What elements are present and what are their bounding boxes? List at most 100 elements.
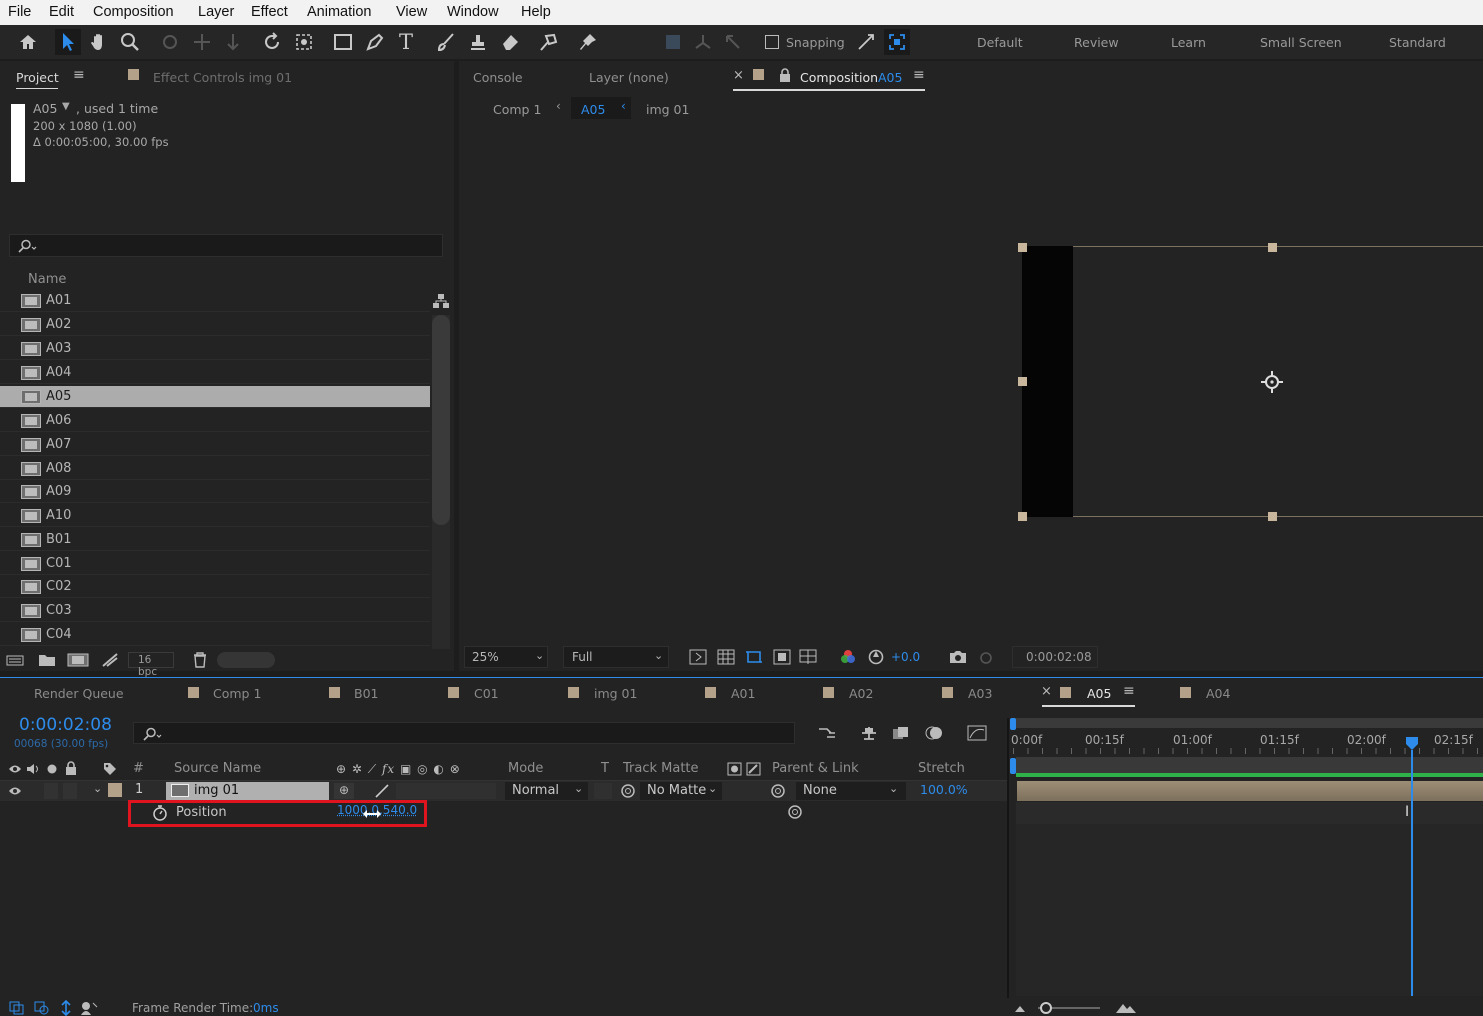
menu-composition[interactable]: Composition (93, 4, 174, 20)
tab-a03[interactable]: A03 (968, 686, 992, 701)
tab-composition-name[interactable]: A05 (878, 70, 902, 85)
solo-icon[interactable] (47, 764, 57, 774)
pin-tool-icon[interactable] (575, 29, 601, 55)
transfer-controls-icon[interactable] (34, 1001, 50, 1015)
column-mode[interactable]: Mode (508, 761, 543, 776)
breadcrumb-img01[interactable]: img 01 (646, 102, 689, 117)
track-matte-dropdown[interactable]: No Matte ⌄ (640, 782, 722, 800)
snapshot-camera-icon[interactable] (947, 647, 969, 667)
zoom-tool-icon[interactable] (117, 29, 143, 55)
project-search-input[interactable] (9, 234, 443, 257)
playhead-line[interactable] (1411, 750, 1413, 996)
composition-canvas[interactable] (459, 125, 1483, 641)
bpc-button[interactable]: 16 bpc (128, 652, 174, 678)
clone-stamp-icon[interactable] (465, 29, 491, 55)
tab-b01[interactable]: B01 (354, 686, 378, 701)
tab-a05-active[interactable]: A05 (1087, 686, 1111, 701)
list-item[interactable]: C04 (0, 624, 430, 646)
list-item[interactable]: A06 (0, 410, 430, 432)
parent-dropdown[interactable]: None ⌄ (796, 782, 906, 800)
workspace-learn[interactable]: Learn (1171, 35, 1206, 50)
snap-features-icon[interactable] (884, 29, 910, 55)
menu-animation[interactable]: Animation (307, 4, 371, 20)
expand-chevron-icon[interactable]: ⌄ (93, 782, 102, 795)
eye-icon[interactable] (8, 785, 22, 797)
tab-a01[interactable]: A01 (731, 686, 755, 701)
solo-toggle[interactable] (44, 783, 58, 799)
lock-icon[interactable] (65, 761, 77, 775)
snap-edges-icon[interactable] (853, 29, 879, 55)
list-item[interactable]: B01 (0, 529, 430, 551)
grid-guides-icon[interactable] (797, 647, 819, 667)
lock-icon[interactable] (779, 68, 791, 82)
frame-blending-icon[interactable] (890, 723, 912, 743)
draft-3d-icon[interactable] (858, 723, 880, 743)
project-menu-icon[interactable]: ≡ (73, 67, 85, 83)
label-tag-icon[interactable] (103, 762, 117, 776)
tab-effect-controls[interactable]: Effect Controls img 01 (153, 70, 292, 85)
adjust-settings-icon[interactable] (101, 652, 119, 668)
type-tool-icon[interactable]: T (393, 29, 419, 55)
tab-layer[interactable]: Layer (none) (589, 70, 669, 85)
viewer-menu-icon[interactable]: ≡ (913, 67, 925, 83)
column-source-name[interactable]: Source Name (174, 761, 261, 776)
list-item[interactable]: A03 (0, 338, 430, 360)
scrollbar-thumb[interactable] (432, 315, 450, 525)
mode-dropdown[interactable]: Normal ⌄ (505, 782, 588, 800)
resolution-dropdown[interactable]: Full ⌄ (563, 646, 669, 668)
eraser-tool-icon[interactable] (497, 29, 523, 55)
menu-layer[interactable]: Layer (198, 4, 234, 20)
list-item[interactable]: C01 (0, 553, 430, 575)
show-snapshot-icon[interactable] (975, 647, 997, 667)
trash-icon[interactable] (192, 652, 208, 668)
tab-console[interactable]: Console (473, 70, 523, 85)
preserve-transparency-toggle[interactable] (594, 783, 612, 799)
shy-switch[interactable]: ⊕ (334, 783, 354, 799)
list-item[interactable]: A08 (0, 458, 430, 480)
zoom-slider-thumb[interactable] (1040, 1002, 1052, 1014)
tab-a04[interactable]: A04 (1206, 686, 1230, 701)
list-item[interactable]: A02 (0, 314, 430, 336)
layer-duration-bar[interactable] (1017, 781, 1483, 801)
color-channels-icon[interactable] (837, 647, 859, 667)
lock-toggle[interactable] (63, 783, 77, 799)
layer-label-color[interactable] (108, 783, 122, 797)
list-item[interactable]: A07 (0, 434, 430, 456)
tab-c01[interactable]: C01 (474, 686, 499, 701)
expression-pickwhip-icon[interactable] (787, 804, 803, 820)
workspace-review[interactable]: Review (1074, 35, 1119, 50)
transparency-grid-icon[interactable] (715, 647, 737, 667)
world-axis-icon[interactable] (690, 29, 716, 55)
layer-name-field[interactable]: img 01 (166, 782, 329, 800)
workspace-standard[interactable]: Standard (1389, 35, 1446, 50)
roto-tool-icon[interactable] (536, 29, 562, 55)
tab-composition[interactable]: Composition (800, 70, 878, 85)
timeline-menu-icon[interactable]: ≡ (1123, 683, 1135, 699)
region-of-interest-icon[interactable] (771, 647, 793, 667)
column-parent-link[interactable]: Parent & Link (772, 761, 859, 776)
list-item[interactable]: C03 (0, 600, 430, 622)
menu-file[interactable]: File (8, 4, 31, 20)
transform-handle[interactable] (1018, 377, 1027, 386)
reset-exposure-icon[interactable] (865, 647, 887, 667)
rectangle-tool-icon[interactable] (330, 29, 356, 55)
brush-tool-icon[interactable] (433, 29, 459, 55)
list-item[interactable]: A04 (0, 362, 430, 384)
motion-blur-icon[interactable] (924, 723, 946, 743)
tab-a02[interactable]: A02 (849, 686, 873, 701)
interpret-footage-icon[interactable] (6, 653, 26, 667)
rotate-tool-icon[interactable] (259, 29, 285, 55)
menu-view[interactable]: View (396, 4, 427, 20)
zoom-in-mountain-icon[interactable] (1115, 1001, 1137, 1014)
anchor-tool-icon[interactable] (189, 29, 215, 55)
viewer-timecode[interactable]: 0:00:02:08 (1012, 646, 1098, 668)
mask-visibility-icon[interactable] (743, 647, 765, 667)
menu-window[interactable]: Window (447, 4, 499, 20)
name-column-header[interactable]: Name (28, 272, 66, 287)
tab-comp1[interactable]: Comp 1 (213, 686, 261, 701)
roto-brush-icon[interactable] (158, 29, 184, 55)
pen-tool-icon[interactable] (362, 29, 388, 55)
selection-tool-icon[interactable] (55, 29, 81, 55)
project-scrollbar[interactable] (432, 315, 450, 649)
anchor-point-icon[interactable] (1259, 369, 1285, 395)
